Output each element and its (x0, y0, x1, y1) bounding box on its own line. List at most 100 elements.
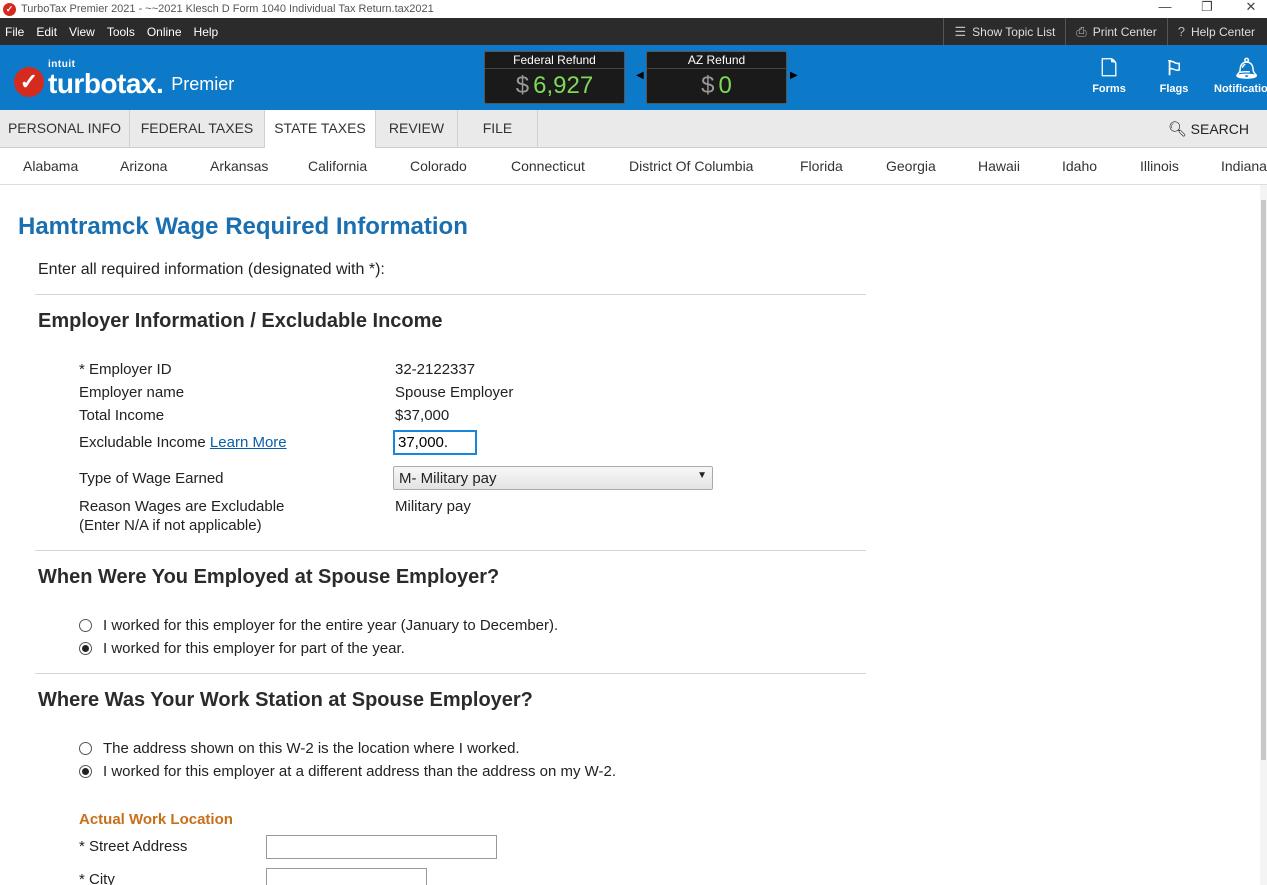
menu-file[interactable]: File (0, 25, 31, 39)
print-center-button[interactable]: ⎙ Print Center (1065, 18, 1166, 45)
employment-full-year-label: I worked for this employer for the entir… (103, 617, 559, 634)
close-button[interactable]: ✕ (1236, 0, 1266, 18)
employment-part-year-label: I worked for this employer for part of t… (103, 640, 405, 657)
window-titlebar: ✓ TurboTax Premier 2021 - ~~2021 Klesch … (0, 0, 1267, 18)
reason-value: Military pay (395, 498, 471, 515)
state-tab-idaho[interactable]: Idaho (1062, 148, 1097, 185)
divider (35, 550, 866, 551)
state-tab-district-of-columbia[interactable]: District Of Columbia (629, 148, 753, 185)
search-button[interactable]: 🔍︎ SEARCH (1168, 110, 1249, 148)
federal-refund-meter[interactable]: Federal Refund $6,927 (484, 51, 625, 104)
employment-part-year-option[interactable]: I worked for this employer for part of t… (79, 640, 405, 657)
menu-bar: File Edit View Tools Online Help ☰ Show … (0, 18, 1267, 45)
state-tab-indiana[interactable]: Indiana (1221, 148, 1267, 185)
workstation-w2-address-option[interactable]: The address shown on this W-2 is the loc… (79, 740, 520, 757)
state-tab-hawaii[interactable]: Hawaii (978, 148, 1020, 185)
employment-period-heading: When Were You Employed at Spouse Employe… (38, 566, 500, 588)
wage-type-selected-value: M- Military pay (399, 470, 497, 487)
total-income-value: $37,000 (395, 407, 450, 424)
state-tab-connecticut[interactable]: Connecticut (511, 148, 585, 185)
flags-label: Flags (1159, 83, 1189, 95)
federal-refund-currency: $ (515, 72, 530, 99)
state-tab-georgia[interactable]: Georgia (886, 148, 936, 185)
turbotax-logo: ✓ intuit turbotax. Premier (14, 57, 234, 99)
tab-review[interactable]: REVIEW (376, 110, 458, 148)
bell-icon: 🔔︎ (1234, 58, 1260, 80)
state-refund-label: AZ Refund (647, 52, 786, 69)
radio-button-selected[interactable] (79, 765, 92, 778)
radio-button-selected[interactable] (79, 642, 92, 655)
tab-state-taxes[interactable]: STATE TAXES (265, 110, 376, 149)
forms-button[interactable]: 🗋 Forms (1084, 57, 1134, 95)
state-tab-illinois[interactable]: Illinois (1140, 148, 1179, 185)
window-title: TurboTax Premier 2021 - ~~2021 Klesch D … (21, 3, 434, 15)
employer-id-value: 32-2122337 (395, 361, 476, 378)
tab-file[interactable]: FILE (458, 110, 538, 148)
menu-help[interactable]: Help (189, 25, 226, 39)
excludable-income-row: Excludable Income Learn More (79, 434, 287, 451)
reason-label-line-1: Reason Wages are Excludable (79, 498, 285, 515)
federal-refund-amount: 6,927 (533, 72, 594, 99)
city-input[interactable] (266, 868, 427, 885)
state-nav: Alabama Arizona Arkansas California Colo… (0, 148, 1267, 185)
magnifier-icon: 🔍︎ (1167, 121, 1187, 138)
excludable-income-input[interactable] (393, 430, 477, 455)
main-content: Hamtramck Wage Required Information Ente… (0, 185, 1260, 885)
menu-edit[interactable]: Edit (31, 25, 64, 39)
refund-prev-arrow-icon[interactable]: ◀ (636, 70, 644, 81)
state-tab-colorado[interactable]: Colorado (410, 148, 467, 185)
state-refund-meter[interactable]: AZ Refund $0 (646, 51, 787, 104)
tab-federal-taxes[interactable]: FEDERAL TAXES (130, 110, 265, 148)
state-refund-currency: $ (701, 72, 715, 99)
employment-full-year-option[interactable]: I worked for this employer for the entir… (79, 617, 558, 634)
wage-type-select[interactable]: M- Military pay ▼ (393, 466, 713, 490)
turbotax-app-icon: ✓ (3, 2, 16, 16)
refund-next-arrow-icon[interactable]: ▶ (790, 70, 798, 81)
notifications-label: Notifications (1214, 83, 1267, 95)
workstation-different-address-label: I worked for this employer at a differen… (103, 763, 617, 780)
search-label: SEARCH (1190, 121, 1249, 137)
radio-button[interactable] (79, 619, 92, 632)
main-nav: PERSONAL INFO FEDERAL TAXES STATE TAXES … (0, 110, 1267, 149)
radio-button[interactable] (79, 742, 92, 755)
divider (35, 673, 866, 674)
notifications-button[interactable]: 🔔︎ Notifications (1214, 57, 1267, 95)
state-tab-california[interactable]: California (308, 148, 367, 185)
excludable-income-label: Excludable Income (79, 434, 206, 451)
intro-text: Enter all required information (designat… (38, 261, 385, 278)
show-topic-list-button[interactable]: ☰ Show Topic List (943, 18, 1065, 45)
learn-more-link[interactable]: Learn More (210, 434, 287, 451)
menu-tools[interactable]: Tools (102, 25, 142, 39)
minimize-button[interactable]: — (1150, 0, 1180, 18)
employer-section-heading: Employer Information / Excludable Income (38, 310, 443, 332)
state-tab-arkansas[interactable]: Arkansas (210, 148, 268, 185)
edition-label: Premier (171, 74, 235, 94)
workstation-different-address-option[interactable]: I worked for this employer at a differen… (79, 763, 616, 780)
street-address-input[interactable] (266, 835, 497, 859)
restore-button[interactable]: ❐ (1192, 0, 1222, 18)
vertical-scrollbar[interactable] (1260, 185, 1267, 885)
divider (35, 294, 866, 295)
state-tab-arizona[interactable]: Arizona (120, 148, 167, 185)
flag-icon: ⚐ (1165, 58, 1183, 80)
federal-refund-label: Federal Refund (485, 52, 624, 69)
turbotax-wordmark: turbotax. (48, 68, 164, 99)
state-tab-alabama[interactable]: Alabama (23, 148, 78, 185)
total-income-label: Total Income (79, 407, 165, 424)
menu-online[interactable]: Online (142, 25, 189, 39)
city-label: * City (79, 871, 115, 885)
state-refund-amount: 0 (718, 72, 732, 99)
scrollbar-thumb[interactable] (1261, 200, 1266, 760)
print-center-label: Print Center (1092, 24, 1157, 39)
flags-button[interactable]: ⚐ Flags (1149, 57, 1199, 95)
help-icon: ? (1177, 24, 1185, 39)
document-icon: 🗋 (1100, 58, 1118, 80)
employer-name-label: Employer name (79, 384, 185, 401)
toolbar-right: ☰ Show Topic List ⎙ Print Center ? Help … (943, 18, 1267, 45)
checkmark-logo-icon: ✓ (14, 67, 44, 97)
tab-personal-info[interactable]: PERSONAL INFO (0, 110, 130, 148)
state-tab-florida[interactable]: Florida (800, 148, 843, 185)
menu-view[interactable]: View (64, 25, 102, 39)
show-topic-list-label: Show Topic List (972, 24, 1056, 39)
help-center-button[interactable]: ? Help Center (1166, 18, 1267, 45)
